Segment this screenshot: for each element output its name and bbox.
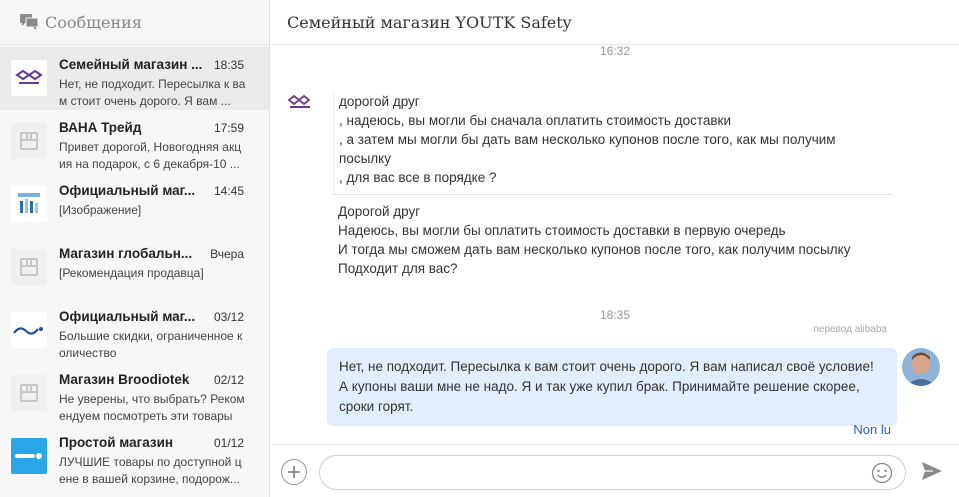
youtk-logo-avatar xyxy=(11,60,47,96)
original-line: , надеюсь, вы могли бы сначала оплатить … xyxy=(339,113,731,128)
youtk-logo-icon xyxy=(15,69,43,84)
send-icon[interactable] xyxy=(921,461,943,481)
sonifer-logo-icon xyxy=(13,327,43,335)
original-line: , а затем мы могли бы дать вам несколько… xyxy=(339,132,836,166)
conversation-time: 02/12 xyxy=(213,373,244,387)
chat-header: Семейный магазин YOUTK Safety xyxy=(271,0,959,45)
conversation-preview: Привет дорогой, Новогодняя акция на пода… xyxy=(59,140,242,171)
translated-line: Надеюсь, вы могли бы оплатить стоимость … xyxy=(338,223,786,238)
translation-label: перевод alibaba xyxy=(813,324,887,335)
conversation-name: Магазин глобальн... xyxy=(59,246,193,261)
sidebar-header: Сообщения xyxy=(0,0,269,45)
message-composer xyxy=(271,444,959,497)
translation-divider xyxy=(333,194,893,195)
incoming-message: дорогой друг , надеюсь, вы могли бы снач… xyxy=(333,92,893,335)
conversation-item[interactable]: Магазин глобальн... Вчера [Рекомендация … xyxy=(0,236,269,299)
store-avatar xyxy=(11,249,47,285)
chat-panel: Семейный магазин YOUTK Safety 16:32 доро… xyxy=(271,0,959,497)
message-input-wrapper xyxy=(319,455,906,490)
conversation-item[interactable]: Простой магазин 01/12 ЛУЧШИЕ товары по д… xyxy=(0,425,269,488)
conversation-preview: ЛУЧШИЕ товары по доступной цене в вашей … xyxy=(59,455,242,486)
plus-icon xyxy=(288,466,300,478)
conversation-name: Простой магазин xyxy=(59,435,174,450)
shop-avatar-icon xyxy=(287,94,311,108)
sonifer-logo-avatar xyxy=(11,312,47,348)
message-timestamp: 16:32 xyxy=(599,46,631,58)
conversation-time: 17:59 xyxy=(213,121,244,135)
conversation-time: 03/12 xyxy=(213,310,244,324)
translated-text: Дорогой друг Надеюсь, вы могли бы оплати… xyxy=(333,202,893,278)
translated-line: И тогда мы сможем дать вам несколько куп… xyxy=(338,242,851,257)
store-avatar xyxy=(11,375,47,411)
conversation-item[interactable]: Магазин Broodiotek 02/12 Не уверены, что… xyxy=(0,362,269,425)
conversation-time: 01/12 xyxy=(213,436,244,450)
read-status: Non lu xyxy=(853,422,891,437)
sidebar-title: Сообщения xyxy=(45,12,142,32)
conversation-item[interactable]: ВАНА Трейд 17:59 Привет дорогой, Новогод… xyxy=(0,110,269,173)
translated-line: Дорогой друг xyxy=(338,204,421,219)
conversation-name: Официальный маг... xyxy=(59,309,196,324)
user-photo-icon xyxy=(902,348,940,386)
prosto-logo-avatar xyxy=(11,438,47,474)
store-icon xyxy=(20,132,38,150)
guaded-logo-icon xyxy=(18,193,40,213)
conversation-sidebar: Сообщения Семейный магазин ... 18:35 Нет… xyxy=(0,0,270,497)
store-icon xyxy=(20,258,38,276)
conversation-preview: [Изображение] xyxy=(59,203,142,217)
outgoing-message: Нет, не подходит. Пересылка к вам стоит … xyxy=(327,348,897,426)
original-line: , для вас все в порядке ? xyxy=(339,170,497,185)
conversation-time: 14:45 xyxy=(213,184,244,198)
prosto-logo-icon xyxy=(15,453,42,459)
conversation-list: Семейный магазин ... 18:35 Нет, не подхо… xyxy=(0,47,269,488)
conversation-time: Вчера xyxy=(210,247,244,261)
original-text: дорогой друг , надеюсь, вы могли бы снач… xyxy=(333,92,893,194)
conversation-name: ВАНА Трейд xyxy=(59,120,142,135)
conversation-item[interactable]: Официальный маг... 14:45 [Изображение] xyxy=(0,173,269,236)
original-line: дорогой друг xyxy=(339,94,420,109)
conversation-preview: [Рекомендация продавца] xyxy=(59,266,204,280)
user-avatar xyxy=(902,348,940,386)
message-input[interactable] xyxy=(320,456,850,489)
conversation-name: Официальный маг... xyxy=(59,183,196,198)
store-icon xyxy=(20,384,38,402)
conversation-item[interactable]: Официальный маг... 03/12 Большие скидки,… xyxy=(0,299,269,362)
translated-line: Подходит для вас? xyxy=(338,261,458,276)
conversation-name: Семейный магазин ... xyxy=(59,57,203,72)
conversation-preview: Большие скидки, ограниченное количество xyxy=(59,329,243,360)
chat-bubbles-icon xyxy=(20,14,38,30)
message-thread[interactable]: 16:32 дорогой друг , надеюсь, вы могли б… xyxy=(271,46,959,444)
emoji-icon[interactable] xyxy=(871,462,893,484)
guaded-logo-avatar xyxy=(11,186,47,222)
add-attachment-button[interactable] xyxy=(281,459,307,485)
store-avatar xyxy=(11,123,47,159)
conversation-preview: Не уверены, что выбрать? Рекомендуем пос… xyxy=(59,392,245,423)
conversation-preview: Нет, не подходит. Пересылка к вам стоит … xyxy=(59,77,246,108)
chat-title: Семейный магазин YOUTK Safety xyxy=(287,12,572,32)
conversation-item[interactable]: Семейный магазин ... 18:35 Нет, не подхо… xyxy=(0,47,269,110)
message-timestamp: 18:35 xyxy=(599,308,631,322)
conversation-name: Магазин Broodiotek xyxy=(59,372,190,387)
conversation-time: 18:35 xyxy=(213,58,244,72)
